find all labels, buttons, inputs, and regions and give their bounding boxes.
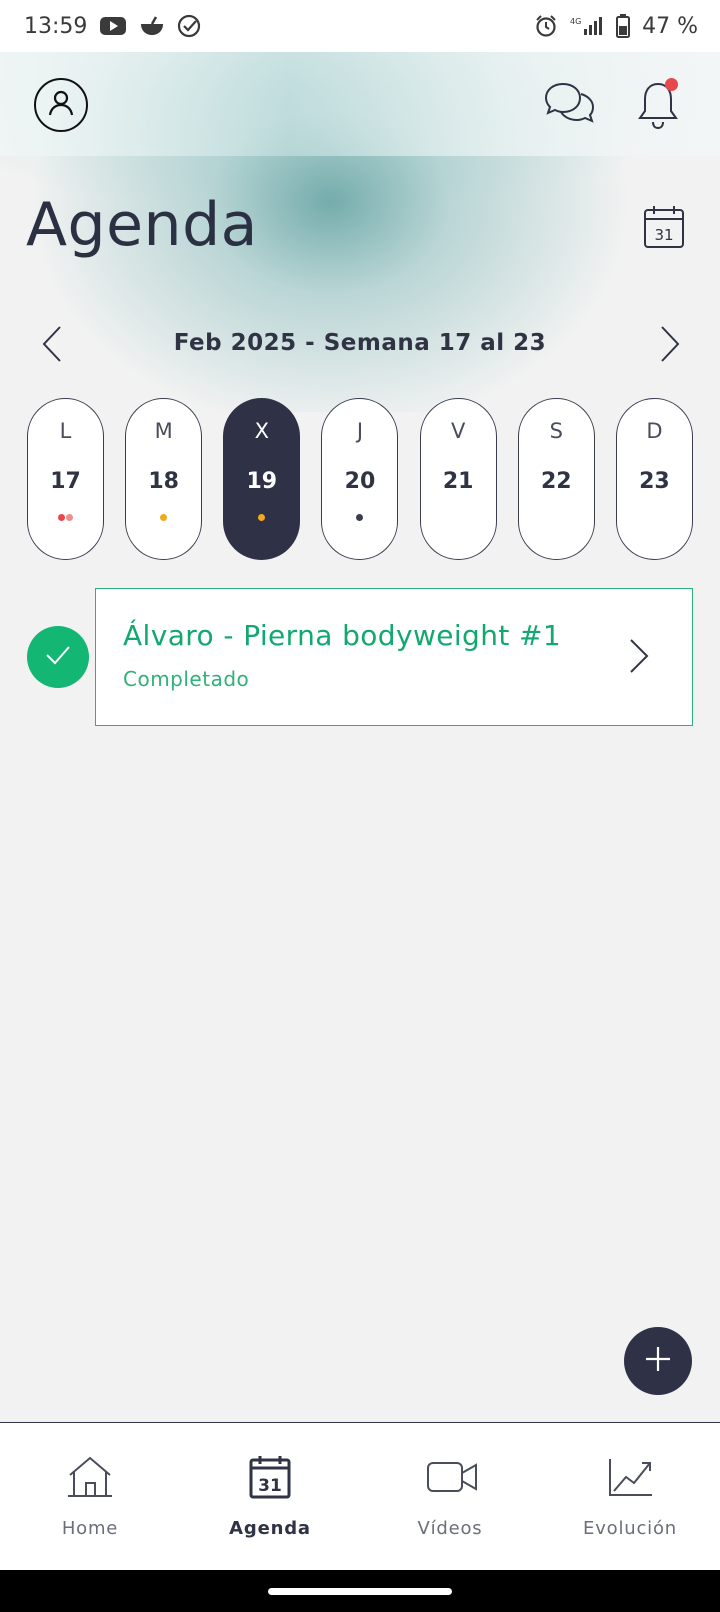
signal-icon: 4G (570, 15, 604, 37)
day-letter: S (549, 419, 563, 443)
add-button[interactable] (624, 1327, 692, 1395)
day-event-dots (28, 514, 103, 521)
day-event-dots (126, 514, 201, 521)
calendar-icon: 31 (642, 206, 686, 254)
day-number: 22 (540, 469, 572, 494)
check-circle-icon (177, 14, 201, 38)
chevron-right-icon (654, 326, 684, 368)
home-icon (66, 1455, 114, 1499)
day-selector: L 17 M 18 X 19 J 20 V 21 S 22 D 23 (27, 398, 693, 560)
event-dot (160, 514, 168, 521)
day-number: 21 (442, 469, 474, 494)
day-letter: M (154, 419, 173, 443)
alarm-icon (534, 14, 558, 38)
page-title: Agenda (26, 190, 258, 260)
day-event-dots (322, 514, 397, 521)
app-bowl-icon (139, 15, 165, 37)
youtube-icon (99, 15, 127, 37)
battery-percent: 47 % (642, 13, 698, 39)
day-pill[interactable]: S 22 (517, 398, 595, 560)
calendar-icon: 31 (246, 1455, 294, 1499)
tab-label: Agenda (229, 1518, 311, 1539)
workout-card[interactable]: Álvaro - Pierna bodyweight #1 Completado (95, 588, 693, 726)
battery-icon (616, 14, 631, 38)
tab-label: Home (61, 1518, 119, 1539)
day-number: 17 (50, 469, 81, 494)
day-pill[interactable]: M 18 (125, 398, 203, 560)
day-pill[interactable]: D 23 (615, 398, 693, 560)
workout-status: Completado (123, 667, 250, 691)
event-dot (58, 514, 65, 521)
checkmark-icon (44, 643, 72, 672)
video-icon (426, 1455, 477, 1499)
day-letter: V (450, 419, 466, 443)
chat-icon (543, 82, 597, 134)
calendar-icon-day: 31 (654, 226, 673, 244)
day-letter: L (59, 419, 72, 443)
tab-label: Evolución (583, 1518, 677, 1539)
week-label: Feb 2025 - Semana 17 al 23 (173, 330, 547, 356)
day-pill[interactable]: V 21 (419, 398, 497, 560)
event-dot (258, 514, 266, 521)
chevron-right-icon (626, 637, 652, 675)
event-dot (66, 514, 73, 521)
day-number: 19 (246, 469, 278, 494)
day-letter: D (646, 419, 663, 443)
notifications-button[interactable] (634, 78, 684, 132)
profile-button[interactable] (34, 78, 88, 132)
tab-home[interactable]: Home (0, 1423, 180, 1570)
day-event-dots (224, 514, 299, 521)
next-week-button[interactable] (654, 324, 684, 364)
calendar-button[interactable]: 31 (642, 204, 686, 250)
bell-icon (634, 82, 684, 136)
day-number: 20 (344, 469, 376, 494)
chart-icon (606, 1455, 654, 1499)
tab-label: Vídeos (417, 1518, 483, 1539)
day-pill[interactable]: L 17 (27, 398, 104, 560)
tab-videos[interactable]: Vídeos (360, 1423, 540, 1570)
tab-calendar-day: 31 (258, 1476, 282, 1496)
status-time: 13:59 (24, 13, 88, 39)
day-pill[interactable]: X 19 (223, 398, 301, 560)
messages-button[interactable] (543, 80, 597, 130)
day-number: 23 (639, 469, 670, 494)
day-letter: X (254, 419, 269, 443)
day-letter: J (356, 419, 364, 443)
tab-evolucion[interactable]: Evolución (540, 1423, 720, 1570)
top-app-bar (0, 52, 720, 156)
user-icon (46, 88, 76, 123)
week-navigator: Feb 2025 - Semana 17 al 23 (0, 316, 720, 372)
workout-title: Álvaro - Pierna bodyweight #1 (123, 619, 562, 652)
tab-agenda[interactable]: 31 Agenda (180, 1423, 360, 1570)
status-bar: 13:59 4G 47 % (0, 0, 720, 52)
completed-status-indicator (27, 626, 89, 688)
network-label: 4G (570, 17, 581, 26)
notification-badge (665, 78, 678, 91)
home-gesture-handle[interactable] (268, 1588, 452, 1595)
event-dot (356, 514, 364, 521)
bottom-tab-bar: Home 31 Agenda Vídeos Evolución (0, 1422, 720, 1570)
plus-icon (644, 1345, 672, 1378)
day-pill[interactable]: J 20 (321, 398, 399, 560)
day-number: 18 (148, 469, 179, 494)
